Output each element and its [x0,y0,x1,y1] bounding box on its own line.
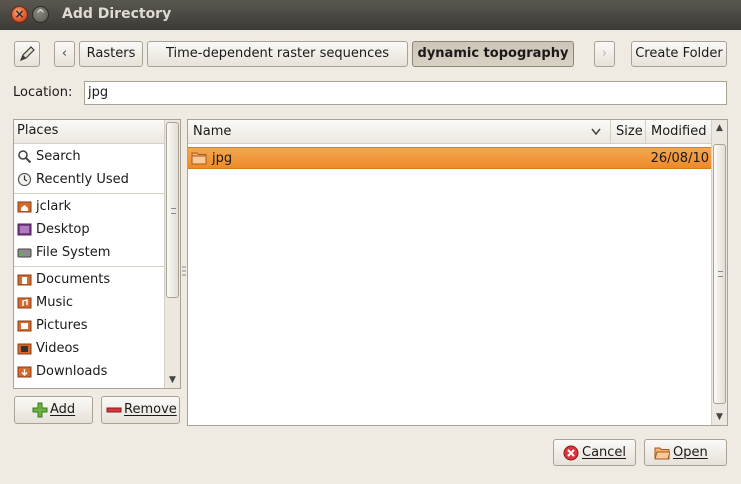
title-bar: × ^ Add Directory [0,0,741,30]
scroll-down-icon[interactable]: ▼ [165,373,180,387]
search-icon [18,150,32,164]
minus-icon [106,407,122,413]
place-label: Recently Used [36,172,129,187]
place-label: Documents [36,272,111,287]
add-label: Add [50,402,76,417]
path-back-button[interactable]: ‹ [54,41,75,67]
place-jclark[interactable]: jclark [14,195,165,218]
plus-icon [32,402,48,418]
places-separator [14,266,165,267]
places-pane: Places Search Recently Used jclark Deskt… [13,119,181,389]
home-folder-icon [17,201,32,213]
pane-splitter-grip[interactable] [181,265,187,277]
cancel-icon [563,445,579,461]
sort-descending-icon [591,128,601,136]
column-modified[interactable]: Modified [646,120,712,144]
scroll-up-icon[interactable]: ▲ [712,121,727,135]
add-place-button[interactable]: Add [14,396,93,424]
files-scroll-thumb[interactable] [713,144,726,404]
videos-folder-icon [17,343,32,355]
file-modified: 26/08/10 [650,151,709,166]
place-videos[interactable]: Videos [14,337,165,360]
column-size[interactable]: Size [611,120,646,144]
file-row[interactable]: jpg 26/08/10 [188,147,712,169]
chevron-left-icon: ‹ [61,46,68,61]
file-list-header: Name Size Modified [188,120,712,144]
cancel-label: Cancel [582,445,627,460]
place-label: File System [36,245,111,260]
breadcrumb-rasters[interactable]: Rasters [79,41,143,67]
window-title: Add Directory [62,6,172,22]
place-pictures[interactable]: Pictures [14,314,165,337]
pictures-folder-icon [17,320,32,332]
place-file-system[interactable]: File System [14,241,165,264]
path-forward-button[interactable]: › [594,41,615,67]
remove-place-button[interactable]: Remove [101,396,180,424]
folder-icon [191,152,207,165]
place-label: Videos [36,341,80,356]
place-recently-used[interactable]: Recently Used [14,168,165,191]
places-separator [14,193,165,194]
places-scrollbar[interactable]: ▼ [164,120,180,388]
cancel-button[interactable]: Cancel [553,439,636,466]
place-downloads[interactable]: Downloads [14,360,165,383]
location-input[interactable]: jpg [84,81,727,105]
harddisk-icon [17,248,32,258]
files-scrollbar[interactable]: ▲ ▼ [711,120,727,425]
place-label: jclark [36,199,72,214]
breadcrumb-dynamic-topography[interactable]: dynamic topography [412,41,574,67]
create-folder-button[interactable]: Create Folder [631,41,727,67]
music-folder-icon [17,297,32,309]
downloads-folder-icon [17,366,32,378]
place-desktop[interactable]: Desktop [14,218,165,241]
places-header[interactable]: Places [14,120,165,144]
breadcrumb-time-dependent[interactable]: Time-dependent raster sequences [147,41,408,67]
place-search[interactable]: Search [14,145,165,168]
open-label: Open [673,445,708,460]
clock-icon [17,172,32,187]
desktop-icon [17,223,32,236]
minimize-window-button[interactable]: ^ [32,6,49,23]
scroll-down-icon[interactable]: ▼ [712,410,727,424]
open-folder-icon [654,447,670,460]
documents-folder-icon [17,274,32,286]
place-label: Downloads [36,364,108,379]
place-label: Music [36,295,73,310]
column-name-label: Name [193,124,232,139]
open-button[interactable]: Open [644,439,727,466]
files-pane: Name Size Modified jpg 26/08/10 ▲ ▼ [187,119,728,426]
file-name: jpg [212,151,233,166]
column-name[interactable]: Name [188,120,611,144]
place-music[interactable]: Music [14,291,165,314]
place-label: Pictures [36,318,88,333]
place-documents[interactable]: Documents [14,268,165,291]
close-icon: × [14,7,25,21]
type-location-button[interactable] [14,41,40,67]
place-label: Search [36,149,81,164]
remove-label: Remove [124,402,177,417]
place-label: Desktop [36,222,90,237]
location-label: Location: [13,85,73,100]
pencil-icon [19,46,35,62]
places-scroll-thumb[interactable] [166,122,179,298]
minimize-icon: ^ [35,7,46,21]
chevron-right-icon: › [601,46,608,61]
close-window-button[interactable]: × [11,6,28,23]
